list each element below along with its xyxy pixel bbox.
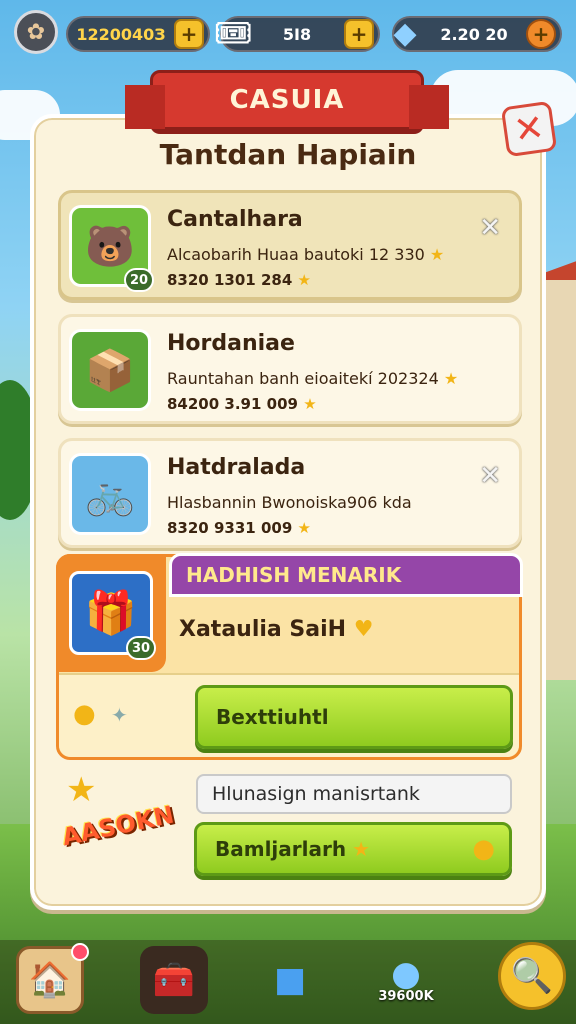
bike-icon: 🚲 (69, 453, 151, 535)
nav-map[interactable]: 🔍 (498, 942, 566, 1010)
star-icon: ★ (429, 245, 445, 264)
close-icon[interactable]: ✕ (479, 213, 501, 243)
tickets-counter: 🎟 5I8 + (214, 16, 380, 52)
star-icon: ★ (352, 837, 371, 861)
house-icon: 🏠 (28, 960, 72, 1000)
card-stats: 84200 3.91 009 ★ (167, 395, 317, 413)
profile-avatar[interactable]: ✿ (14, 10, 58, 54)
cube-icon: ■ (273, 960, 307, 1000)
card-stats: 8320 1301 284 ★ (167, 271, 311, 289)
magnifier-icon: 🔍 (510, 956, 554, 996)
name-input[interactable]: Hlunasign manisrtank (196, 774, 512, 814)
card-title: Hordaniae (167, 331, 295, 356)
card-description: Rauntahan banh eioaitekí 202324 ★ (167, 369, 459, 388)
nav-orb[interactable]: ● 39600K (372, 940, 440, 1008)
medal-icon: ● (472, 834, 495, 864)
resource-bar: ✿ 1220040З + 🎟 5I8 + ◆ 2.20 20 + (10, 6, 566, 56)
coins-counter: 1220040З + (66, 16, 210, 52)
offer-badge: 30 (126, 636, 156, 660)
add-tickets-button[interactable]: + (344, 19, 374, 49)
gems-counter: ◆ 2.20 20 + (392, 16, 562, 52)
chest-icon: 📦 (69, 329, 151, 411)
sparkle-icon: ✦ (111, 703, 128, 727)
add-coins-button[interactable]: + (174, 19, 204, 49)
offer-subtitle: Xataulia SaiH ♥ (179, 617, 374, 642)
bear-icon: 🐻 20 (69, 205, 154, 292)
nav-shop[interactable]: 🧰 (140, 946, 208, 1014)
offer-footer: ● ✦ Bexttiuhtl (59, 673, 519, 757)
list-item[interactable]: 🚲 Hatdralada Hlasbannin Bwonoiska906 kda… (58, 438, 522, 548)
offer-icon-frame: 🎁 30 (56, 554, 166, 672)
star-icon: ★ (443, 369, 459, 388)
chest-icon: 🧰 (152, 960, 196, 1000)
star-icon: ★ (66, 770, 97, 810)
card-title: Hatdralada (167, 455, 306, 480)
list-item[interactable]: 🐻 20 Cantalhara Alcaobarih Huaa bautoki … (58, 190, 522, 300)
notification-dot (71, 943, 89, 961)
card-description: Alcaobarih Huaa bautoki 12 330 ★ (167, 245, 445, 264)
close-icon[interactable]: ✕ (479, 461, 501, 491)
heart-icon: ♥ (353, 617, 374, 642)
diamond-icon: ◆ (393, 15, 417, 51)
card-description: Hlasbannin Bwonoiska906 kda (167, 493, 412, 512)
coins-value: 1220040З (76, 24, 166, 44)
gift-box-icon: 🎁 30 (69, 571, 156, 660)
level-badge: 20 (124, 268, 154, 292)
card-title: Cantalhara (167, 207, 303, 232)
orb-label: 39600K (378, 989, 434, 1004)
star-icon: ★ (297, 519, 311, 537)
nav-home[interactable]: 🏠 (16, 943, 89, 1014)
star-icon: ★ (303, 395, 317, 413)
card-stats: 8320 9331 009 ★ (167, 519, 311, 537)
offer-header: HADHISH MENARIK (169, 553, 523, 597)
close-button[interactable]: ✕ (500, 100, 558, 158)
confirm-button[interactable]: Bamljarlarh ★ ● (194, 822, 512, 876)
add-gems-button[interactable]: + (526, 19, 556, 49)
apple-icon: ● (73, 699, 96, 729)
special-offer: HADHISH MENARIK 🎁 30 Xataulia SaiH ♥ ● ✦… (56, 553, 523, 760)
orb-icon: ● (391, 954, 421, 994)
nav-inventory[interactable]: ■ (256, 946, 324, 1014)
panel-banner: CASUIA (125, 70, 449, 130)
panel-title: Tantdan Hapiain (159, 138, 417, 171)
star-icon: ★ (297, 271, 311, 289)
leaf-icon: ✿ (26, 19, 46, 45)
ticket-icon: 🎟 (213, 15, 253, 51)
offer-action-button[interactable]: Bexttiuhtl (195, 685, 513, 749)
list-item[interactable]: 📦 Hordaniae Rauntahan banh eioaitekí 202… (58, 314, 522, 424)
